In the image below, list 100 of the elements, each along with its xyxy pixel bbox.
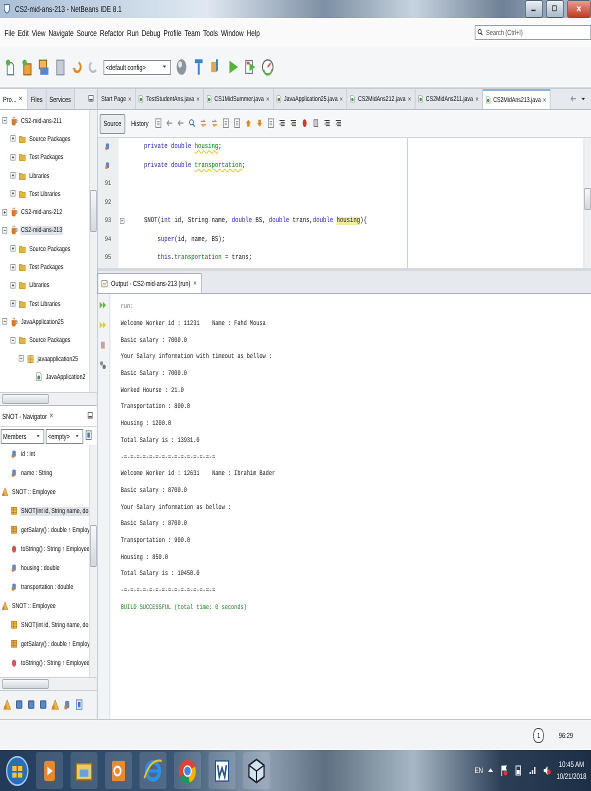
project-icon [10,116,19,127]
maximize-icon [551,4,559,14]
folder-icon [18,152,27,164]
folder-icon [18,335,27,346]
method-icon [10,525,19,536]
search-icon [477,28,484,38]
java-file-icon [350,94,356,104]
document-icon [233,118,242,130]
taskbar-app[interactable] [208,752,236,789]
menu-item[interactable]: Navigate [46,28,76,38]
clock-time: 10:45 AM [558,760,584,769]
cube-icon [246,758,266,784]
close-icon [265,96,270,102]
close-button[interactable] [567,0,591,18]
settings-icon [99,360,108,372]
folder-icon [18,244,27,255]
taskbar-app[interactable] [174,752,201,789]
minimize-button[interactable] [525,0,543,18]
collapse-icon [18,354,26,364]
close-icon [128,96,133,102]
gauge-icon [261,58,274,76]
project-icon [10,316,19,328]
tool-icon [27,698,37,712]
menu-item[interactable]: Profile [162,28,183,38]
menu-item[interactable]: Run [125,28,140,38]
menu-item[interactable]: File [3,28,16,38]
expand-icon [10,134,18,144]
maximize-button[interactable] [546,0,564,18]
class-icon [2,487,10,498]
scrollbar[interactable] [0,677,97,690]
folder-icon [18,170,27,182]
folder-icon [18,134,27,145]
package-icon [27,354,36,364]
menu-item[interactable]: View [30,28,47,38]
globe-icon [174,58,188,76]
expand-icon [10,189,18,200]
document-icon [222,118,232,130]
debug-icon [244,58,258,76]
document-icon [212,758,232,784]
folder-icon [18,262,27,274]
tool-icon [39,698,49,712]
close-project-icon [54,58,67,76]
close-icon [574,4,584,14]
undo-icon [70,58,84,76]
menu-item[interactable]: Debug [140,28,162,38]
expand-icon [10,152,18,163]
new-project-icon [21,58,34,76]
taskbar-app[interactable] [36,752,63,789]
filter-icon [84,430,94,442]
menu-item[interactable]: Source [75,28,98,38]
constructor-icon [10,620,19,631]
java-file-icon [35,372,44,383]
taskbar-app[interactable] [243,752,270,789]
java-file-icon [276,94,282,104]
method-icon [10,658,19,669]
tool-icon [15,698,25,712]
taskbar-app[interactable] [105,752,132,789]
clock-date: 10/21/2018 [556,772,586,781]
field-icon [10,582,19,593]
minimize-icon [88,94,96,104]
project-icon [10,225,19,236]
browser-icon [178,758,198,784]
scrollbar[interactable] [89,445,97,677]
constructor-icon [10,506,19,517]
document-icon [267,118,276,130]
method-icon [10,544,19,555]
menu-item[interactable]: Team [183,28,202,38]
app-icon [3,3,12,15]
menu-item[interactable]: Help [245,28,262,38]
scrollbar[interactable] [0,392,97,405]
class-icon [3,698,13,712]
menu-item[interactable]: Edit [16,28,30,38]
flag-icon [499,764,510,778]
java-file-icon [206,94,213,104]
scrollbar[interactable] [584,138,591,268]
expand-icon [10,262,18,273]
folder-icon [18,188,27,200]
menu-item[interactable]: Tools [202,28,220,38]
project-icon [10,207,19,218]
java-file-icon [138,94,145,104]
window-title: CS2-mid-ans-213 - NetBeans IDE 8.1 [15,4,122,14]
menu-item[interactable]: Window [220,28,246,38]
expand-icon [10,280,18,291]
expand-icon [10,299,18,310]
field-icon [10,449,19,460]
field-icon [10,563,19,574]
class-icon [51,698,61,712]
find-icon [188,118,198,130]
back-icon [570,94,578,104]
field-icon [10,468,19,479]
document-icon [154,118,164,130]
scrollbar[interactable] [89,110,97,392]
output-icon [101,278,109,288]
java-file-icon [418,94,424,104]
folder-icon [18,280,27,292]
menu-item[interactable]: Refactor [98,28,126,38]
class-icon [2,601,10,612]
browser-icon [143,758,163,784]
collapse-icon [10,336,18,346]
language-indicator[interactable]: EN [474,766,483,775]
